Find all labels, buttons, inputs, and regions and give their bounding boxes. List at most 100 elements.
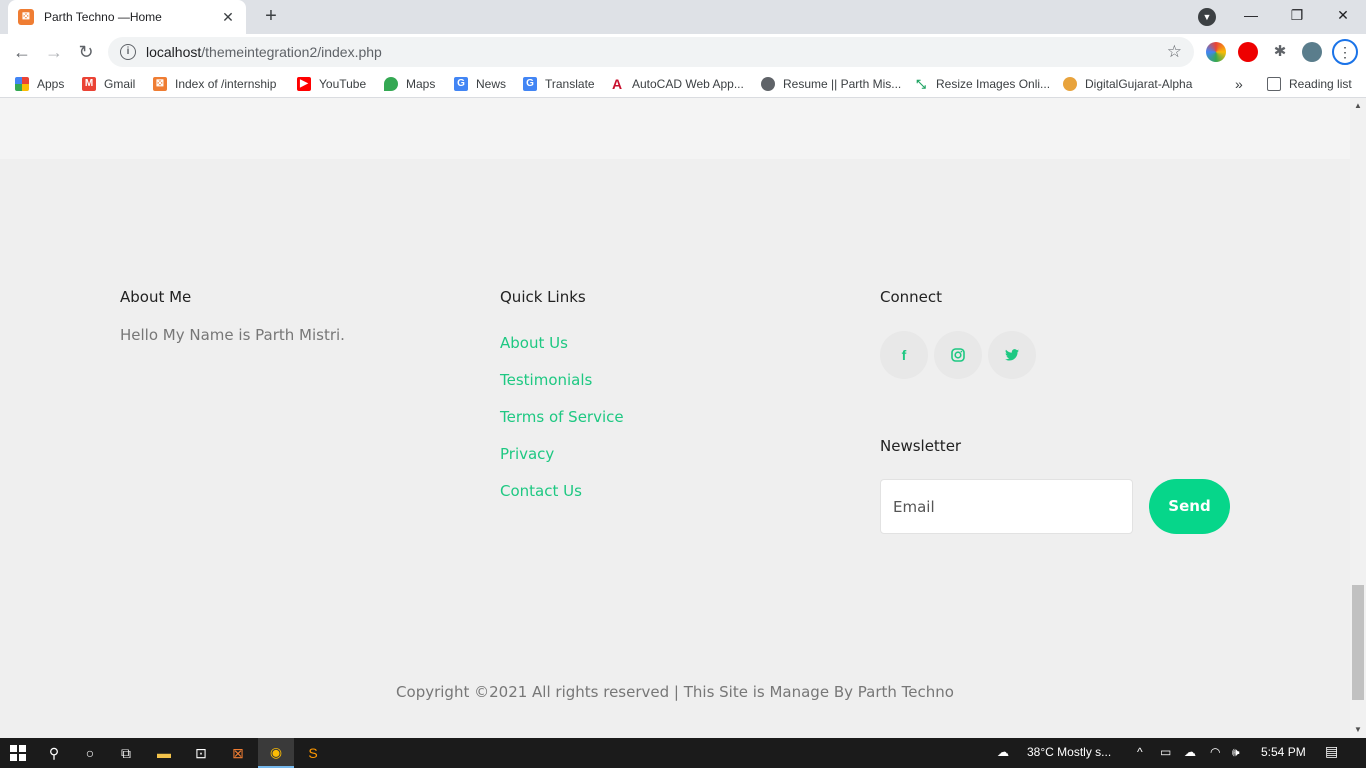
chrome-taskbar-icon[interactable]: ◉ — [258, 738, 294, 768]
volume-icon[interactable]: 🕪 — [1232, 745, 1240, 760]
about-title: About Me — [120, 288, 192, 306]
news-icon: G — [454, 77, 468, 91]
cortana-icon[interactable]: ○ — [72, 738, 108, 768]
instagram-icon[interactable] — [934, 331, 982, 379]
maps-pin-icon — [384, 77, 398, 91]
tab-title: Parth Techno —Home — [44, 10, 162, 24]
link-testimonials[interactable]: Testimonials — [500, 371, 592, 389]
close-tab-icon[interactable]: ✕ — [220, 9, 236, 26]
wifi-icon[interactable]: ◠ — [1210, 745, 1220, 759]
close-window-button[interactable]: ✕ — [1320, 0, 1366, 34]
link-terms-of-service[interactable]: Terms of Service — [500, 408, 624, 426]
back-button[interactable]: ← — [10, 40, 34, 64]
bookmark-star-icon[interactable]: ☆ — [1167, 42, 1182, 62]
about-text: Hello My Name is Parth Mistri. — [120, 326, 345, 344]
new-tab-button[interactable]: + — [259, 5, 283, 29]
show-hidden-icons[interactable]: ^ — [1137, 745, 1143, 759]
chrome-menu-icon[interactable]: ⋮ — [1332, 39, 1358, 65]
bookmark-resume[interactable]: Resume || Parth Mis... — [761, 75, 901, 93]
bookmark-digitalgujarat[interactable]: DigitalGujarat-Alpha — [1063, 75, 1192, 93]
file-explorer-icon[interactable]: ▬ — [146, 738, 182, 768]
store-icon[interactable]: ⊡ — [183, 738, 219, 768]
resize-icon: ⤡ — [916, 77, 926, 91]
browser-tab-strip: ⊠ Parth Techno —Home ✕ + ▼ — ❐ ✕ — [0, 0, 1366, 34]
clock-time[interactable]: 5:54 PM — [1261, 745, 1306, 759]
link-about-us[interactable]: About Us — [500, 334, 568, 352]
gmail-icon: M — [82, 77, 96, 91]
site-info-icon[interactable]: i — [120, 44, 136, 60]
section-bottom-edge — [0, 98, 1350, 159]
copyright-text: Copyright ©2021 All rights reserved | Th… — [396, 683, 954, 701]
bookmark-label: DigitalGujarat-Alpha — [1085, 77, 1193, 91]
reading-list-label: Reading list — [1289, 77, 1352, 91]
adblock-extension-icon[interactable] — [1238, 42, 1258, 62]
xampp-icon: ⊠ — [18, 9, 34, 25]
weather-text[interactable]: 38°C Mostly s... — [1027, 745, 1111, 759]
bookmark-translate[interactable]: G Translate — [523, 75, 595, 93]
bookmark-index-internship[interactable]: ⊠ Index of /internship — [153, 75, 276, 93]
page-viewport: About Me Hello My Name is Parth Mistri. … — [0, 98, 1350, 738]
apps-grid-icon — [15, 77, 29, 91]
page-scrollbar[interactable]: ▲ ▼ — [1350, 98, 1366, 738]
color-picker-extension-icon[interactable] — [1206, 42, 1226, 62]
newsletter-title: Newsletter — [880, 437, 962, 455]
bookmark-maps[interactable]: Maps — [384, 75, 435, 93]
bookmark-apps[interactable]: Apps — [15, 75, 64, 93]
bookmark-label: AutoCAD Web App... — [632, 77, 744, 91]
sublime-text-icon[interactable]: S — [295, 738, 331, 768]
bookmark-label: Maps — [406, 77, 436, 91]
notification-icon[interactable]: ▤ — [1325, 743, 1338, 760]
facebook-icon[interactable]: f — [880, 331, 928, 379]
browser-toolbar: ← → ↻ i localhost /themeintegration2/ind… — [0, 34, 1366, 70]
profile-avatar[interactable] — [1302, 42, 1322, 62]
bookmark-autocad[interactable]: A AutoCAD Web App... — [610, 75, 744, 93]
bookmark-youtube[interactable]: ▶ YouTube — [297, 75, 366, 93]
address-bar[interactable]: i localhost /themeintegration2/index.php… — [108, 37, 1194, 67]
reload-button[interactable]: ↻ — [74, 40, 98, 64]
bookmark-label: News — [476, 77, 507, 91]
forward-button[interactable]: → — [42, 40, 66, 64]
link-privacy[interactable]: Privacy — [500, 445, 554, 463]
bookmark-news[interactable]: G News — [454, 75, 506, 93]
weather-icon[interactable]: ☁ — [997, 745, 1009, 759]
search-icon[interactable]: ⚲ — [36, 738, 72, 768]
bookmark-label: YouTube — [319, 77, 367, 91]
scroll-thumb[interactable] — [1352, 585, 1364, 700]
windows-taskbar: ⚲ ○ ⧉ ▬ ⊡ ⊠ ◉ S ☁ 38°C Mostly s... ^ ▭ ☁… — [0, 738, 1366, 768]
xampp-icon: ⊠ — [153, 77, 167, 91]
translate-icon: G — [523, 77, 537, 91]
quick-links-title: Quick Links — [500, 288, 586, 306]
reading-list-icon — [1267, 77, 1281, 91]
battery-icon[interactable]: ▭ — [1160, 745, 1171, 759]
extensions-puzzle-icon[interactable]: ✱ — [1270, 42, 1290, 62]
email-input[interactable] — [880, 479, 1133, 534]
minimize-button[interactable]: — — [1228, 0, 1274, 34]
twitter-icon[interactable] — [988, 331, 1036, 379]
scroll-down-arrow-icon[interactable]: ▼ — [1350, 722, 1366, 738]
more-bookmarks-button[interactable]: » — [1235, 75, 1243, 93]
bookmarks-bar: Apps M Gmail ⊠ Index of /internship ▶ Yo… — [0, 70, 1366, 98]
tab-search-icon[interactable]: ▼ — [1198, 8, 1216, 26]
send-button[interactable]: Send — [1149, 479, 1230, 534]
link-contact-us[interactable]: Contact Us — [500, 482, 582, 500]
windows-start-icon[interactable] — [0, 738, 36, 768]
bookmark-label: Resume || Parth Mis... — [783, 77, 902, 91]
bookmark-label: Translate — [545, 77, 595, 91]
bookmark-label: Gmail — [104, 77, 136, 91]
reading-list-button[interactable]: Reading list — [1267, 75, 1352, 93]
restore-button[interactable]: ❐ — [1274, 0, 1320, 34]
xampp-taskbar-icon[interactable]: ⊠ — [220, 738, 256, 768]
bookmark-label: Apps — [37, 77, 65, 91]
autocad-icon: A — [611, 76, 623, 92]
url-path: /themeintegration2/index.php — [201, 44, 382, 60]
task-view-icon[interactable]: ⧉ — [108, 738, 144, 768]
url-host: localhost — [146, 44, 202, 60]
bookmark-gmail[interactable]: M Gmail — [82, 75, 135, 93]
browser-tab-active[interactable]: ⊠ Parth Techno —Home ✕ — [8, 0, 246, 34]
onedrive-icon[interactable]: ☁ — [1184, 745, 1196, 759]
scroll-up-arrow-icon[interactable]: ▲ — [1350, 98, 1366, 114]
youtube-icon: ▶ — [297, 77, 311, 91]
connect-title: Connect — [880, 288, 943, 306]
bookmark-resize-images[interactable]: ⤡ Resize Images Onli... — [914, 75, 1050, 93]
globe-icon — [761, 77, 775, 91]
